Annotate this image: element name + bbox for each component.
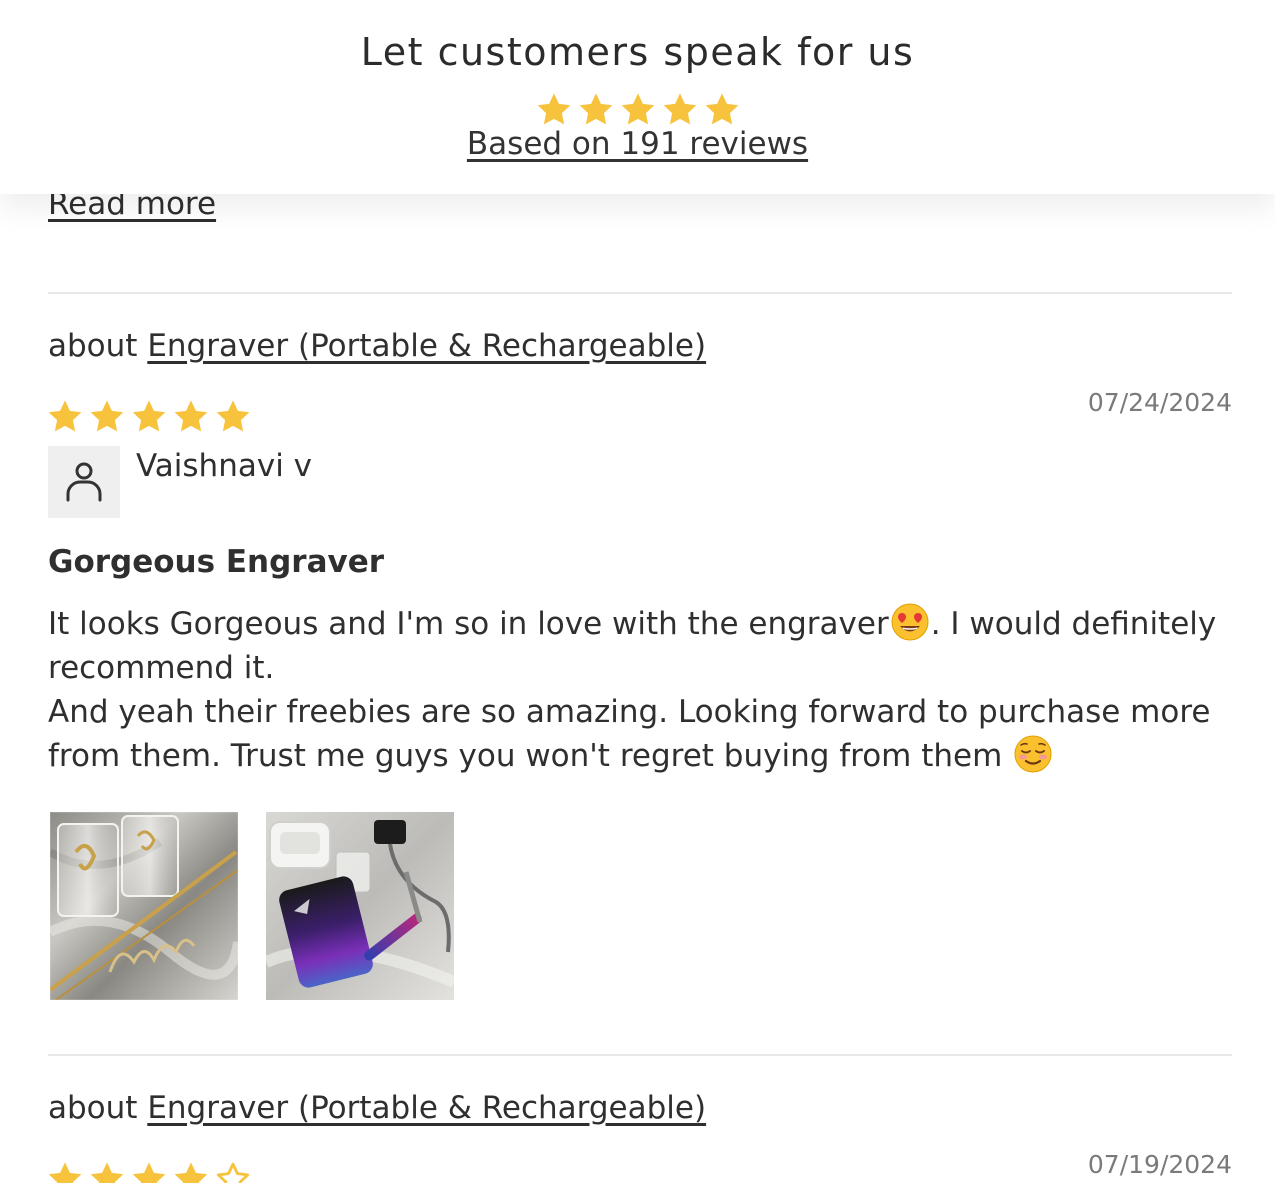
star-icon [216, 400, 250, 432]
review-photo-engraved-glasses[interactable] [50, 812, 238, 1000]
review-body-line: recommend it. [48, 650, 275, 686]
star-icon [174, 400, 208, 432]
engraved-glasses-photo [50, 812, 238, 1000]
reviewer-name: Vaishnavi v [136, 448, 313, 484]
review-body-line: It looks Gorgeous and I'm so in love wit… [48, 602, 1238, 646]
review-body: It looks Gorgeous and I'm so in love wit… [48, 602, 1238, 778]
smiling-face-emoji-icon [1014, 735, 1052, 773]
star-icon [174, 1162, 208, 1183]
about-prefix: about [48, 1090, 138, 1126]
section-title: Let customers speak for us [360, 30, 915, 74]
star-icon [48, 400, 82, 432]
engraver-kit-photo [266, 812, 454, 1000]
star-icon [90, 400, 124, 432]
review-text: . I would definitely [930, 606, 1217, 642]
review-date: 07/19/2024 [1087, 1150, 1232, 1179]
review-date: 07/24/2024 [1087, 388, 1232, 417]
review-divider [48, 1054, 1232, 1056]
review-title: Gorgeous Engraver [48, 544, 385, 580]
review-divider [48, 292, 1232, 294]
reviews-header: Let customers speak for us Based on 191 … [0, 0, 1275, 194]
review-product-line: about Engraver (Portable & Rechargeable) [48, 328, 706, 364]
about-prefix: about [48, 328, 138, 364]
avatar [48, 446, 120, 518]
star-icon [663, 93, 696, 125]
star-icon [621, 93, 654, 125]
star-icon [705, 93, 738, 125]
review-product-line: about Engraver (Portable & Rechargeable) [48, 1090, 706, 1126]
average-rating-stars [0, 91, 1275, 127]
reviews-count-link[interactable]: Based on 191 reviews [0, 126, 1275, 162]
review-text: It looks Gorgeous and I'm so in love wit… [48, 606, 889, 642]
star-icon [537, 93, 570, 125]
star-icon [132, 400, 166, 432]
review-rating-stars [46, 1160, 252, 1183]
review-body-line: from them. Trust me guys you won't regre… [48, 734, 1238, 778]
star-icon [132, 1162, 166, 1183]
star-icon [48, 1162, 82, 1183]
review-photo-engraver-kit[interactable] [266, 812, 454, 1000]
product-link[interactable]: Engraver (Portable & Rechargeable) [147, 1090, 706, 1126]
star-icon [90, 1162, 124, 1183]
review-text: from them. Trust me guys you won't regre… [48, 738, 1003, 774]
review-body-line: And yeah their freebies are so amazing. … [48, 694, 1211, 730]
review-rating-stars [46, 398, 252, 436]
star-icon [579, 93, 612, 125]
product-link[interactable]: Engraver (Portable & Rechargeable) [147, 328, 706, 364]
star-outline-icon [216, 1162, 250, 1183]
user-icon [66, 462, 102, 502]
heart-eyes-emoji-icon [891, 603, 929, 641]
